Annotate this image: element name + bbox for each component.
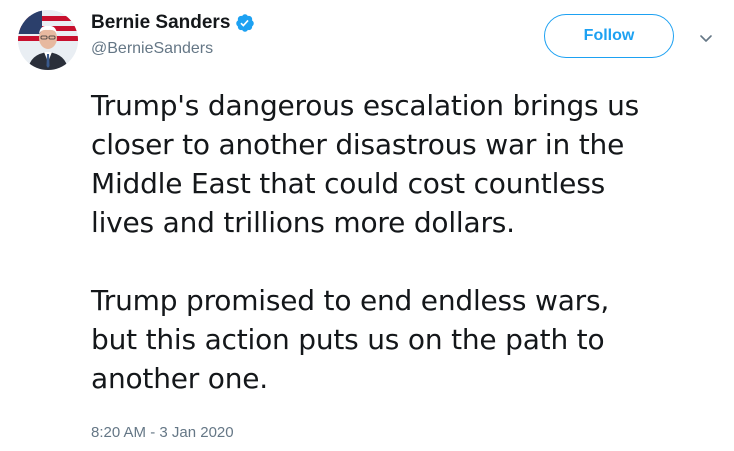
avatar-icon: [18, 10, 78, 70]
tweet-card: Bernie Sanders @BernieSanders Follow Tru…: [0, 0, 734, 451]
display-name[interactable]: Bernie Sanders: [91, 12, 230, 34]
avatar[interactable]: [18, 10, 78, 70]
verified-badge-icon: [236, 14, 255, 32]
user-info: Bernie Sanders @BernieSanders: [91, 10, 255, 58]
name-row: Bernie Sanders: [91, 10, 255, 36]
tweet-paragraph: Trump's dangerous escalation brings us c…: [91, 89, 640, 239]
tweet-text: Trump's dangerous escalation brings us c…: [91, 86, 721, 398]
follow-button[interactable]: Follow: [544, 14, 674, 58]
tweet-paragraph: Trump promised to end endless wars, but …: [91, 284, 610, 395]
user-handle[interactable]: @BernieSanders: [91, 40, 255, 58]
chevron-down-icon[interactable]: [698, 30, 714, 46]
tweet-timestamp[interactable]: 8:20 AM - 3 Jan 2020: [91, 424, 234, 441]
